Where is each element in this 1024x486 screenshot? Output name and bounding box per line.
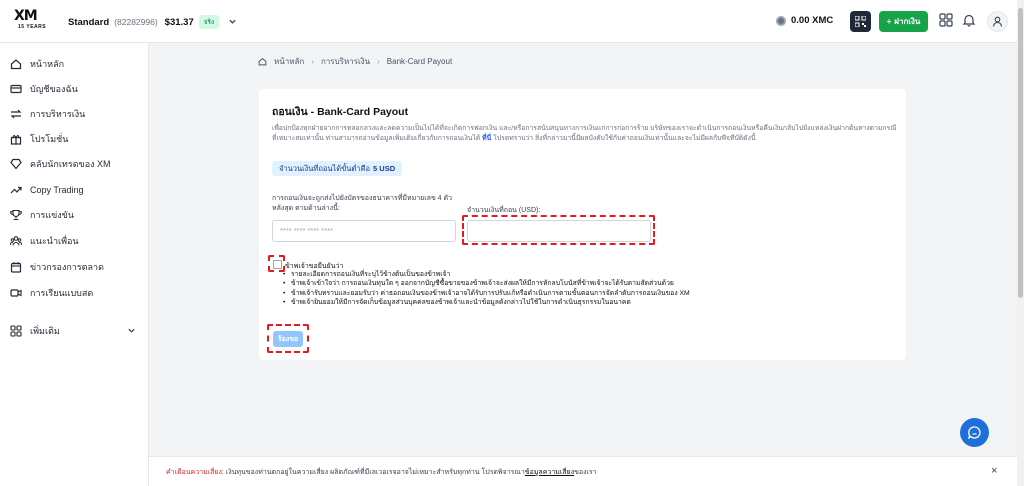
page-title: ถอนเงิน - Bank-Card Payout [272, 106, 409, 118]
user-avatar-button[interactable] [987, 11, 1008, 32]
minimum-amount-value: 5 USD [373, 164, 396, 173]
sidebar-item-traders-club[interactable]: คลับนักเทรดของ XM [10, 157, 111, 171]
sidebar-item-live-education[interactable]: การเรียนแบบสด [10, 286, 93, 300]
minimum-amount-info: จำนวนเงินที่ถอนได้ขั้นต่ำคือ 5 USD [272, 161, 403, 176]
chevron-down-icon [127, 326, 136, 337]
withdraw-description: เพื่อปกป้องทุกฝ่ายจากการหลอกลวงและลดความ… [272, 124, 897, 143]
terms-list: รายละเอียดการถอนเงินที่ระบุไว้ข้างต้นเป็… [283, 270, 763, 307]
account-type: Standard [68, 16, 110, 28]
list-item: ข้าพเจ้ารับทราบและยอมรับว่า ค่าธอถอนเงิน… [283, 289, 763, 299]
deposit-button[interactable]: + ฝากเงิน [879, 11, 928, 32]
sidebar-item-label: การบริหารเงิน [30, 109, 86, 119]
grid-apps-icon[interactable] [939, 13, 955, 29]
card-icon [10, 84, 22, 94]
grid-apps-icon [10, 325, 22, 337]
scrollbar-thumb[interactable] [1018, 8, 1023, 298]
breadcrumb-section[interactable]: การบริหารเงิน [321, 55, 370, 68]
account-selector[interactable]: Standard (82282996) $31.37 จริง [68, 15, 237, 29]
transfer-icon [10, 109, 22, 119]
risk-warning-label: คำเตือนความเสี่ยง: [166, 469, 224, 476]
list-item: รายละเอียดการถอนเงินที่ระบุไว้ข้างต้นเป็… [283, 270, 763, 280]
user-icon [992, 16, 1003, 27]
account-number: (82282996) [114, 17, 158, 27]
minimum-amount-text: จำนวนเงินที่ถอนได้ขั้นต่ำคือ [279, 163, 371, 173]
chevron-right-icon: › [377, 57, 380, 66]
bell-icon[interactable] [962, 13, 978, 29]
xm-logo[interactable]: XM 15 YEARS [14, 9, 50, 33]
qr-code-button[interactable] [850, 11, 871, 32]
description-tail: โปรดทราบว่า สิ่งที่กล่าวมานี้มีผลบังคับใ… [493, 134, 756, 142]
logo-subtitle: 15 YEARS [18, 24, 47, 30]
risk-warning-body: เงินทุนของท่านตกอยู่ในความเสี่ยง ผลิตภัณ… [225, 469, 525, 476]
sidebar-item-label: การแข่งขัน [30, 210, 74, 220]
sidebar: หน้าหลัก บัญชีของฉัน การบริหารเงิน โปรโม… [0, 43, 149, 486]
sidebar-item-label: เพิ่มเติม [30, 326, 60, 336]
sidebar-item-money-management[interactable]: การบริหารเงิน [10, 107, 85, 121]
sidebar-item-label: แนะนำเพื่อน [30, 236, 79, 246]
withdraw-card: ถอนเงิน - Bank-Card Payout เพื่อปกป้องทุ… [259, 89, 906, 360]
close-icon[interactable]: × [991, 465, 997, 477]
trend-icon [10, 186, 22, 194]
breadcrumb-current: Bank-Card Payout [386, 57, 453, 66]
chevron-right-icon: › [311, 57, 314, 66]
sidebar-item-label: ข่าวกรองการตลาด [30, 262, 104, 272]
home-icon [10, 59, 22, 70]
gift-icon [10, 135, 22, 145]
logo-mark: XM [14, 8, 38, 24]
breadcrumb-home[interactable]: หน้าหลัก [274, 55, 304, 68]
sidebar-item-label: หน้าหลัก [30, 59, 65, 69]
chevron-down-icon[interactable] [228, 17, 237, 28]
highlight-submit-button [267, 324, 309, 353]
home-icon [258, 57, 267, 66]
sidebar-item-label: โปรโมชั่น [30, 134, 69, 144]
card-number-label: การถอนเงินจะถูกส่งไปยังบัตรของธนาคารที่ม… [272, 195, 452, 212]
xmc-balance[interactable]: 0.00 XMC [776, 15, 833, 26]
plus-icon: + [886, 17, 892, 26]
xmc-balance-value: 0.00 XMC [791, 15, 834, 26]
sidebar-item-copy-trading[interactable]: Copy Trading [10, 183, 84, 197]
video-icon [10, 289, 22, 297]
sidebar-item-refer-friend[interactable]: แนะนำเพื่อน [10, 234, 79, 248]
sidebar-item-accounts[interactable]: บัญชีของฉัน [10, 82, 78, 96]
top-bar: XM 15 YEARS Standard (82282996) $31.37 จ… [0, 0, 1017, 43]
breadcrumb: หน้าหลัก › การบริหารเงิน › Bank-Card Pay… [258, 55, 452, 68]
account-balance: $31.37 [164, 16, 194, 28]
risk-info-link[interactable]: ข้อมูลความเสี่ยง [525, 469, 574, 476]
trophy-icon [10, 209, 22, 221]
card-number-field[interactable]: **** **** **** **** [272, 220, 456, 242]
deposit-label: ฝากเงิน [894, 17, 921, 26]
chat-icon [968, 426, 981, 439]
risk-warning-bar: คำเตือนความเสี่ยง: เงินทุนของท่านตกอยู่ใ… [149, 456, 1017, 486]
page-scrollbar[interactable] [1017, 0, 1024, 486]
sidebar-item-more[interactable]: เพิ่มเติม [10, 324, 140, 338]
highlight-amount-input [462, 215, 655, 245]
description-link[interactable]: ที่นี่ [482, 135, 491, 142]
list-item: ข้าพเจ้าเข้าใจว่า การถอนเงินทุนใด ๆ ออกจ… [283, 279, 763, 289]
risk-warning-tail: ของเรา [574, 469, 597, 476]
sidebar-item-label: Copy Trading [30, 185, 84, 195]
sidebar-item-label: บัญชีของฉัน [30, 84, 78, 94]
sidebar-item-promotions[interactable]: โปรโมชั่น [10, 132, 68, 146]
sidebar-item-label: การเรียนแบบสด [30, 288, 94, 298]
calendar-icon [10, 262, 22, 273]
users-icon [10, 236, 22, 246]
live-chat-button[interactable] [960, 418, 989, 447]
qr-code-icon [855, 16, 866, 27]
sidebar-item-label: คลับนักเทรดของ XM [30, 159, 111, 169]
diamond-icon [10, 158, 22, 170]
coin-icon [776, 15, 786, 26]
account-status-badge: จริง [198, 15, 220, 29]
sidebar-item-home[interactable]: หน้าหลัก [10, 57, 64, 71]
sidebar-item-market-intelligence[interactable]: ข่าวกรองการตลาด [10, 260, 104, 274]
sidebar-item-competitions[interactable]: การแข่งขัน [10, 208, 74, 222]
risk-warning-text: คำเตือนความเสี่ยง: เงินทุนของท่านตกอยู่ใ… [166, 467, 597, 478]
list-item: ข้าพเจ้ายินยอมให้มีการจัดเก็บข้อมูลส่วนบ… [283, 298, 763, 308]
